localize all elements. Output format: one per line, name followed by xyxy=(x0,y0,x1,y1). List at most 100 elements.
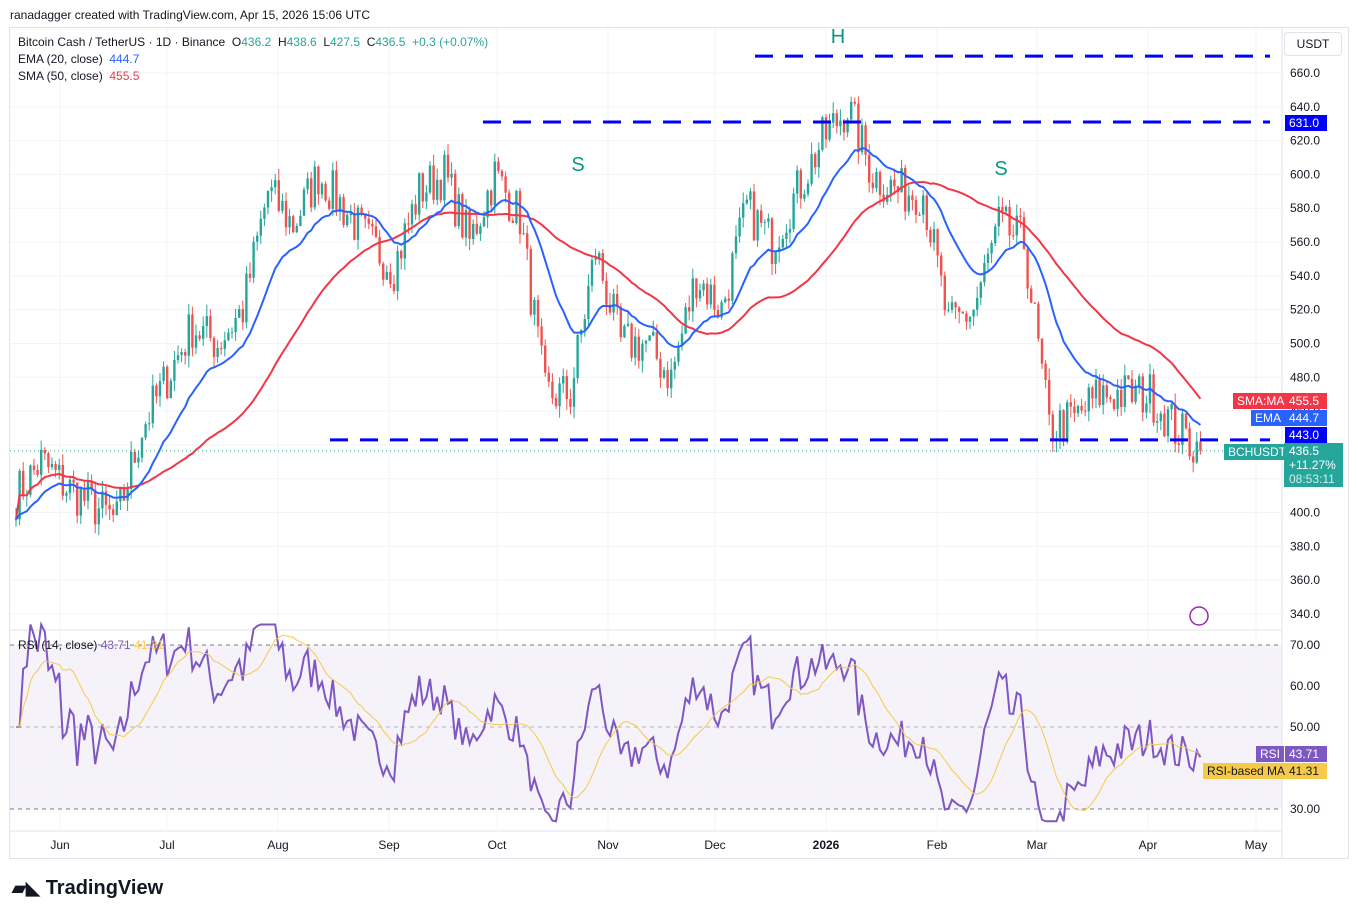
candle-body xyxy=(1051,414,1054,441)
tradingview-logo[interactable]: ▰◣ TradingView xyxy=(12,877,163,900)
candle-body xyxy=(94,489,97,525)
candle-body xyxy=(878,171,882,195)
candle-body xyxy=(72,479,75,483)
candle-body xyxy=(36,469,39,475)
candle-body xyxy=(461,194,464,238)
candle-body xyxy=(1127,375,1130,379)
candle-body xyxy=(994,226,997,244)
candle-body xyxy=(209,316,212,338)
candle-body xyxy=(1066,402,1069,442)
rsi-legend[interactable]: RSI (14, close) 43.71 41.31 xyxy=(18,638,164,652)
candle-body xyxy=(893,179,896,187)
support-axis-value: 443.0 xyxy=(1285,427,1327,443)
candle-body xyxy=(238,309,241,318)
ema-axis-value: 444.7 xyxy=(1285,410,1327,426)
candle-body xyxy=(169,380,172,399)
candle-body xyxy=(832,113,835,123)
candle-body xyxy=(814,154,817,168)
y-tick-label: 580.0 xyxy=(1290,201,1320,215)
candle-body xyxy=(374,226,378,237)
price-chart[interactable]: Jun Jul Aug Sep Oct Nov Dec 2026 Feb Mar Apr May 340… xyxy=(0,0,1358,919)
candle-body xyxy=(940,255,943,276)
candle-body xyxy=(439,179,442,201)
y-tick-label: 360.0 xyxy=(1290,573,1320,587)
candle-body xyxy=(727,298,730,301)
candle-body xyxy=(410,204,414,225)
candle-body xyxy=(252,241,255,278)
candle-body xyxy=(162,366,165,381)
candle-body xyxy=(835,113,838,127)
candle-body xyxy=(932,229,936,243)
candle-body xyxy=(220,347,223,349)
candle-body xyxy=(1062,410,1065,442)
candle-body xyxy=(61,464,64,496)
candle-body xyxy=(853,101,856,104)
candle-body xyxy=(986,253,990,263)
candle-body xyxy=(767,218,770,222)
candle-body xyxy=(472,223,475,239)
candle-body xyxy=(202,326,205,339)
y-tick-label: 380.0 xyxy=(1290,539,1320,553)
sma-legend[interactable]: SMA (50, close) 455.5 xyxy=(18,69,139,83)
candle-body xyxy=(522,233,525,235)
candle-body xyxy=(659,358,662,378)
candle-body xyxy=(724,298,727,303)
candle-body xyxy=(450,173,453,178)
candle-body xyxy=(839,120,842,127)
sma-axis-label: SMA:MA xyxy=(1233,393,1289,409)
candle-body xyxy=(1030,288,1033,303)
candle-body xyxy=(1084,410,1087,412)
candle-body xyxy=(432,165,435,200)
lightning-icon xyxy=(1189,606,1209,626)
rsi-tick-label: 60.00 xyxy=(1290,679,1320,693)
y-tick-label: 340.0 xyxy=(1290,607,1320,621)
candle-body xyxy=(1019,215,1022,218)
y-tick-label: 660.0 xyxy=(1290,66,1320,80)
candle-body xyxy=(1069,402,1072,407)
candle-body xyxy=(551,381,554,399)
candle-body xyxy=(565,376,568,400)
candle-body xyxy=(194,335,198,348)
candle-body xyxy=(108,504,111,510)
tv-logo-icon: ▰◣ xyxy=(12,878,40,898)
candle-body xyxy=(558,383,561,407)
currency-button[interactable]: USDT xyxy=(1284,32,1342,56)
candle-body xyxy=(572,378,576,407)
candle-body xyxy=(382,263,385,280)
candle-body xyxy=(1156,421,1159,423)
candle-body xyxy=(274,180,277,188)
candle-body xyxy=(648,335,651,341)
candle-body xyxy=(972,309,975,317)
candle-body xyxy=(259,218,262,236)
candle-body xyxy=(875,171,878,189)
candle-body xyxy=(1174,404,1177,444)
candle-body xyxy=(385,272,388,280)
candle-body xyxy=(1008,206,1011,236)
candle-body xyxy=(356,207,360,240)
candle-body xyxy=(216,347,219,357)
candle-body xyxy=(490,190,493,206)
x-tick-label: May xyxy=(1245,838,1268,852)
candle-body xyxy=(137,457,140,463)
candle-body xyxy=(1184,413,1188,429)
candle-body xyxy=(526,233,529,249)
candle-body xyxy=(702,283,705,291)
candle-body xyxy=(936,229,939,256)
candle-body xyxy=(950,302,954,310)
candle-body xyxy=(569,399,572,407)
rsi-tick-label: 50.00 xyxy=(1290,720,1320,734)
candle-body xyxy=(400,251,403,259)
candle-body xyxy=(1048,379,1051,415)
candle-body xyxy=(428,165,432,193)
pattern-label: S xyxy=(994,158,1007,180)
brand-name: TradingView xyxy=(45,877,164,899)
candle-body xyxy=(130,451,133,489)
candle-body xyxy=(493,161,496,206)
rsi-axis-label: RSI xyxy=(1256,746,1285,762)
ema-legend[interactable]: EMA (20, close) 444.7 xyxy=(18,52,139,66)
candle-body xyxy=(230,332,234,334)
candle-body xyxy=(792,193,795,230)
candle-body xyxy=(706,283,709,305)
candle-body xyxy=(612,293,615,313)
candle-body xyxy=(817,149,820,168)
